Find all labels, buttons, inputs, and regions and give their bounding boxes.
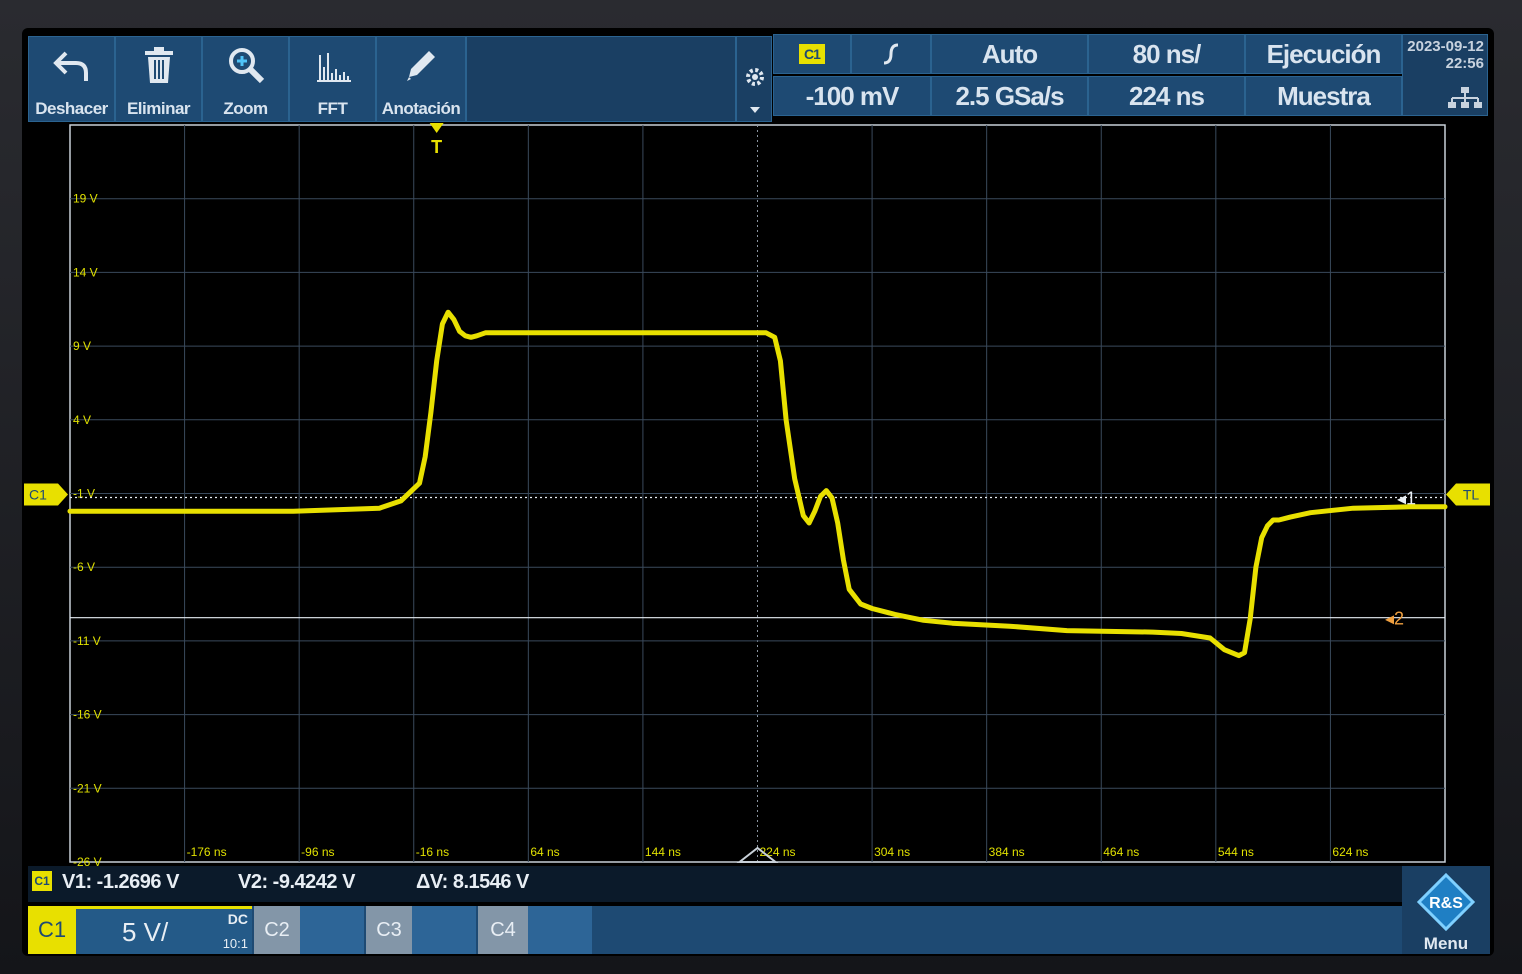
x-tick-label: 64 ns xyxy=(530,845,559,859)
x-tick-label: 624 ns xyxy=(1332,845,1368,859)
channel-c1-probe: 10:1 xyxy=(222,936,248,951)
y-tick-label: -21 V xyxy=(73,781,102,795)
channel-c1-scale: 5 V/ xyxy=(122,917,169,947)
channel-c2-settings[interactable] xyxy=(300,906,364,954)
x-tick-label: 144 ns xyxy=(645,845,681,859)
x-tick-label: 384 ns xyxy=(989,845,1025,859)
menu-button[interactable]: R&S Menu xyxy=(1402,866,1490,954)
x-tick-label: 304 ns xyxy=(874,845,910,859)
rs-logo-icon: R&S xyxy=(1416,872,1476,932)
trigger-level-label: TL xyxy=(1463,486,1480,502)
channel-c4-settings[interactable] xyxy=(528,906,592,954)
y-tick-label: 9 V xyxy=(73,339,91,353)
channel-c4-tab[interactable]: C4 xyxy=(478,906,528,954)
channel-c3-tab[interactable]: C3 xyxy=(366,906,412,954)
x-tick-label: -96 ns xyxy=(301,845,334,859)
channel-c3-settings[interactable] xyxy=(412,906,476,954)
svg-text:R&S: R&S xyxy=(1429,895,1463,912)
cursor-v2-value: V2: -9.4242 V xyxy=(238,871,355,893)
trigger-time-label: T xyxy=(431,137,442,157)
y-tick-label: 14 V xyxy=(73,265,98,279)
y-tick-label: -16 V xyxy=(73,708,102,722)
menu-label: Menu xyxy=(1423,934,1469,953)
x-tick-label: 544 ns xyxy=(1218,845,1254,859)
cursor-2-marker: ◂2 xyxy=(1385,609,1404,629)
measurement-channel-badge: C1 xyxy=(32,871,52,891)
cursor-v1-value: V1: -1.2696 V xyxy=(62,871,179,893)
channel-c1-settings[interactable]: 5 V/ DC 10:1 xyxy=(76,906,252,954)
channel-c1-coupling: DC xyxy=(227,911,248,927)
channel-c2-tab[interactable]: C2 xyxy=(254,906,300,954)
y-tick-label: -11 V xyxy=(73,634,101,648)
channel-c1-tab[interactable]: C1 xyxy=(28,906,76,954)
y-tick-label: -6 V xyxy=(73,560,95,574)
channel-ref-label: C1 xyxy=(29,486,47,502)
x-tick-label: 464 ns xyxy=(1103,845,1139,859)
y-tick-label: 19 V xyxy=(73,192,98,206)
y-tick-label: 4 V xyxy=(73,413,91,427)
cursor-delta-value: ΔV: 8.1546 V xyxy=(416,871,529,893)
waveform-plot[interactable]: 19 V14 V9 V4 V-1 V-6 V-11 V-16 V-21 V-26… xyxy=(0,0,1522,974)
x-tick-label: -176 ns xyxy=(187,845,227,859)
y-tick-label: -1 V xyxy=(73,487,95,501)
x-tick-label: 224 ns xyxy=(760,845,796,859)
x-tick-label: -16 ns xyxy=(416,845,449,859)
